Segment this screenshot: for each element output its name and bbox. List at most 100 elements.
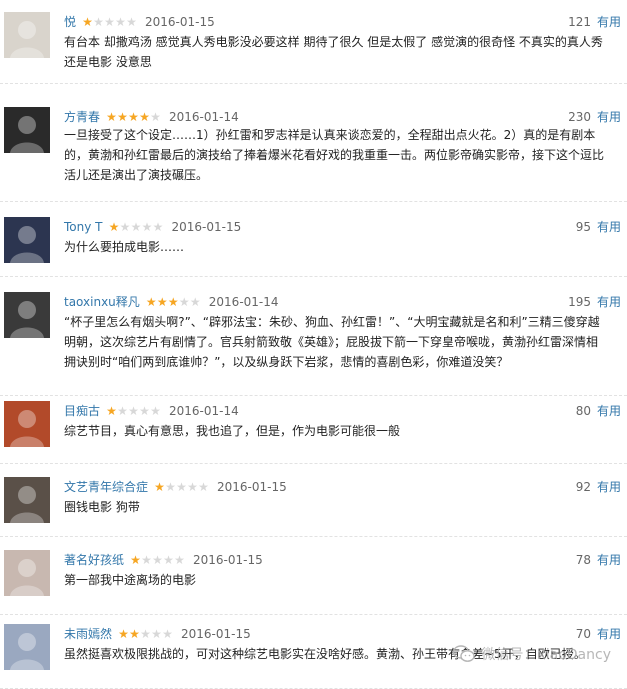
author-link[interactable]: 文艺青年综合症 [64,479,148,495]
author-link[interactable]: Tony T [64,219,102,235]
wechat-icon [453,645,476,663]
useful-button[interactable]: 有用 [597,626,621,642]
star-empty-icon: ★ [150,110,161,124]
star-empty-icon: ★ [117,404,128,418]
avatar[interactable] [4,217,50,263]
avatar[interactable] [4,107,50,153]
star-empty-icon: ★ [187,480,198,494]
star-filled-icon: ★ [106,110,117,124]
useful-button[interactable]: 有用 [597,403,621,419]
star-empty-icon: ★ [93,15,104,29]
wechat-watermark: 微信号：xiaoDancy [453,644,611,664]
vote-count: 70 [575,627,591,641]
useful-button[interactable]: 有用 [597,109,621,125]
star-empty-icon: ★ [176,480,187,494]
star-empty-icon: ★ [165,480,176,494]
star-empty-icon: ★ [150,404,161,418]
review-meta: taoxinxu释凡 ★ ★ ★ ★ ★ 2016-01-14 [64,294,279,310]
review-content: 一旦接受了这个设定……1）孙红雷和罗志祥是认真来谈恋爱的，全程甜出点火花。2）真… [64,128,605,182]
star-filled-icon: ★ [108,220,120,234]
star-empty-icon: ★ [126,15,137,29]
review-date: 2016-01-15 [145,15,215,29]
vote-count: 121 [568,15,591,29]
star-empty-icon: ★ [141,553,152,567]
star-empty-icon: ★ [174,553,185,567]
star-empty-icon: ★ [119,220,131,234]
star-empty-icon: ★ [130,220,142,234]
rating-stars: ★ ★ ★ ★ ★ [154,480,209,494]
review-content: “杯子里怎么有烟头啊?”、“辟邪法宝：朱砂、狗血、孙红雷！”、“大明宝藏就是名和… [64,315,600,369]
star-empty-icon: ★ [104,15,115,29]
star-filled-icon: ★ [139,110,150,124]
star-filled-icon: ★ [117,110,128,124]
review-content: 圈钱电影 狗带 [64,500,140,514]
star-empty-icon: ★ [152,220,164,234]
star-filled-icon: ★ [82,15,93,29]
avatar[interactable] [4,12,50,58]
author-link[interactable]: 未雨嫣然 [64,626,112,642]
review-item: 悦 ★ ★ ★ ★ ★ 2016-01-15 121 有用 有台本 却撒鸡汤 感觉真人秀电影没必要… [0,0,627,84]
review-meta: 目痴古 ★ ★ ★ ★ ★ 2016-01-14 [64,403,239,419]
star-empty-icon: ★ [128,404,139,418]
star-filled-icon: ★ [118,627,129,641]
vote-count: 78 [575,553,591,567]
review-date: 2016-01-14 [208,295,279,309]
review-date: 2016-01-14 [169,110,239,124]
star-filled-icon: ★ [145,295,157,309]
star-filled-icon: ★ [154,480,165,494]
avatar[interactable] [4,401,50,447]
author-link[interactable]: 方青春 [64,109,100,125]
vote-count: 92 [575,480,591,494]
star-empty-icon: ★ [189,295,201,309]
review-content: 有台本 却撒鸡汤 感觉真人秀电影没必要这样 期待了很久 但是太假了 感觉演的很奇… [64,35,603,69]
star-filled-icon: ★ [128,110,139,124]
watermark-text: 微信号：xiaoDancy [481,647,611,663]
author-link[interactable]: 著名好孩纸 [64,552,124,568]
rating-stars: ★ ★ ★ ★ ★ [106,110,161,124]
star-empty-icon: ★ [139,404,150,418]
avatar[interactable] [4,292,50,338]
author-link[interactable]: taoxinxu释凡 [64,294,140,310]
review-date: 2016-01-14 [169,404,239,418]
review-content: 第一部我中途离场的电影 [64,573,197,587]
star-empty-icon: ★ [115,15,126,29]
rating-stars: ★ ★ ★ ★ ★ [82,15,137,29]
review-meta: Tony T ★ ★ ★ ★ ★ 2016-01-15 [64,219,241,235]
star-filled-icon: ★ [129,627,140,641]
vote-count: 195 [568,295,591,309]
vote-count: 95 [575,220,591,234]
useful-button[interactable]: 有用 [597,219,621,235]
review-date: 2016-01-15 [193,553,263,567]
avatar[interactable] [4,624,50,670]
useful-button[interactable]: 有用 [597,552,621,568]
author-link[interactable]: 目痴古 [64,403,100,419]
review-item: Tony T ★ ★ ★ ★ ★ 2016-01-15 95 有用 为什么要拍成电影…… [0,201,627,277]
rating-stars: ★ ★ ★ ★ ★ [146,295,201,309]
star-filled-icon: ★ [156,295,168,309]
vote-count: 80 [575,404,591,418]
avatar[interactable] [4,477,50,523]
review-item: 目痴古 ★ ★ ★ ★ ★ 2016-01-14 80 有用 综艺节目，真心有意思，我也追了，但是… [0,395,627,464]
review-meta: 未雨嫣然 ★ ★ ★ ★ ★ 2016-01-15 [64,626,251,642]
star-empty-icon: ★ [198,480,209,494]
star-empty-icon: ★ [163,553,174,567]
review-date: 2016-01-15 [217,480,287,494]
useful-button[interactable]: 有用 [597,294,621,310]
useful-button[interactable]: 有用 [597,14,621,30]
review-meta: 文艺青年综合症 ★ ★ ★ ★ ★ 2016-01-15 [64,479,287,495]
rating-stars: ★ ★ ★ ★ ★ [118,627,173,641]
star-empty-icon: ★ [141,220,153,234]
review-content: 综艺节目，真心有意思，我也追了，但是，作为电影可能很一般 [64,424,401,438]
review-meta: 悦 ★ ★ ★ ★ ★ 2016-01-15 [64,14,215,30]
review-item: 著名好孩纸 ★ ★ ★ ★ ★ 2016-01-15 78 有用第一部我中途离场的电影 [0,536,627,615]
review-meta: 方青春 ★ ★ ★ ★ ★ 2016-01-14 [64,109,239,125]
star-empty-icon: ★ [140,627,151,641]
review-item: taoxinxu释凡 ★ ★ ★ ★ ★ 2016-01-14 195 有用 “杯子里怎么有烟头啊… [0,276,627,396]
rating-stars: ★ ★ ★ ★ ★ [130,553,185,567]
avatar[interactable] [4,550,50,596]
vote-count: 230 [568,110,591,124]
review-meta: 著名好孩纸 ★ ★ ★ ★ ★ 2016-01-15 [64,552,263,568]
star-empty-icon: ★ [162,627,173,641]
useful-button[interactable]: 有用 [597,479,621,495]
author-link[interactable]: 悦 [64,14,76,30]
